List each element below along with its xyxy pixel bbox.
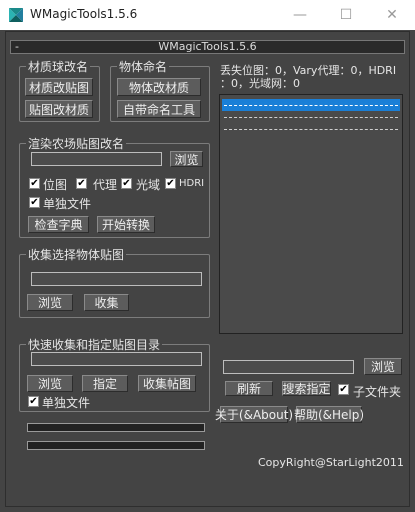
render-single-file-label: 单独文件 <box>43 197 92 211</box>
maximize-button[interactable]: ☐ <box>323 0 369 30</box>
list-item[interactable] <box>222 123 400 135</box>
quick-single-file-checkbox[interactable]: ✔ <box>28 396 39 407</box>
subfolder-checkbox[interactable]: ✔ <box>338 384 349 395</box>
quick-collect-title: 快速收集和指定贴图目录 <box>26 336 163 353</box>
collect-path-input[interactable] <box>31 272 202 286</box>
collect-selected-title: 收集选择物体贴图 <box>26 246 127 263</box>
help-button[interactable]: 帮助(&Help) <box>294 406 364 423</box>
hdri-label: HDRI <box>179 178 205 189</box>
list-item[interactable] <box>222 99 400 111</box>
right-browse-button[interactable]: 浏览 <box>364 358 402 375</box>
collect-maps-button[interactable]: 收集帖图 <box>138 375 196 392</box>
assign-button[interactable]: 指定 <box>82 375 128 392</box>
proxy-checkbox[interactable]: ✔ <box>76 178 87 189</box>
app-icon <box>9 8 23 22</box>
missing-file-list[interactable] <box>219 94 403 334</box>
material-rename-title: 材质球改名 <box>26 58 91 75</box>
bitmap-checkbox[interactable]: ✔ <box>29 178 40 189</box>
about-button[interactable]: 关于(&About) <box>215 406 293 423</box>
progress-bar-2 <box>27 441 205 450</box>
ies-label: 光域 <box>136 178 161 192</box>
right-path-input[interactable] <box>223 360 354 374</box>
render-path-input[interactable] <box>31 152 162 166</box>
collect-browse-button[interactable]: 浏览 <box>27 294 73 311</box>
missing-info-line2: ：0，光域网：0 <box>220 77 300 90</box>
render-browse-button[interactable]: 浏览 <box>170 151 203 167</box>
quick-path-input[interactable] <box>31 352 202 366</box>
refresh-button[interactable]: 刷新 <box>225 381 273 396</box>
object-naming-title: 物体命名 <box>117 58 170 75</box>
builtin-naming-tool-button[interactable]: 自带命名工具 <box>117 100 201 118</box>
progress-bar-1 <box>27 423 205 432</box>
copyright-text: CopyRight@StarLight2011 <box>258 456 404 469</box>
list-item[interactable] <box>222 111 400 123</box>
check-dictionary-button[interactable]: 检查字典 <box>28 216 89 233</box>
rollout-title: WMagicTools1.5.6 <box>158 40 257 53</box>
object-to-material-button[interactable]: 物体改材质 <box>117 78 201 96</box>
render-rename-title: 渲染农场贴图改名 <box>26 135 127 152</box>
close-button[interactable]: ✕ <box>369 0 415 30</box>
map-to-material-button[interactable]: 贴图改材质 <box>25 100 93 118</box>
subfolder-label: 子文件夹 <box>353 385 402 399</box>
bitmap-label: 位图 <box>43 178 68 192</box>
rollout-header[interactable]: - WMagicTools1.5.6 <box>10 40 405 54</box>
hdri-checkbox[interactable]: ✔ <box>165 178 176 189</box>
material-to-map-button[interactable]: 材质改贴图 <box>25 78 93 96</box>
collect-button[interactable]: 收集 <box>84 294 129 311</box>
quick-single-file-label: 单独文件 <box>42 396 91 410</box>
quick-browse-button[interactable]: 浏览 <box>27 375 73 392</box>
search-assign-button[interactable]: 搜索指定 <box>282 381 331 396</box>
render-single-file-checkbox[interactable]: ✔ <box>29 197 40 208</box>
window-title: WMagicTools1.5.6 <box>30 7 138 21</box>
minimize-button[interactable]: — <box>277 0 323 30</box>
start-convert-button[interactable]: 开始转换 <box>97 216 155 233</box>
ies-checkbox[interactable]: ✔ <box>121 178 132 189</box>
proxy-label: 代理 <box>93 178 118 192</box>
title-bar[interactable]: WMagicTools1.5.6 — ☐ ✕ <box>0 0 415 30</box>
